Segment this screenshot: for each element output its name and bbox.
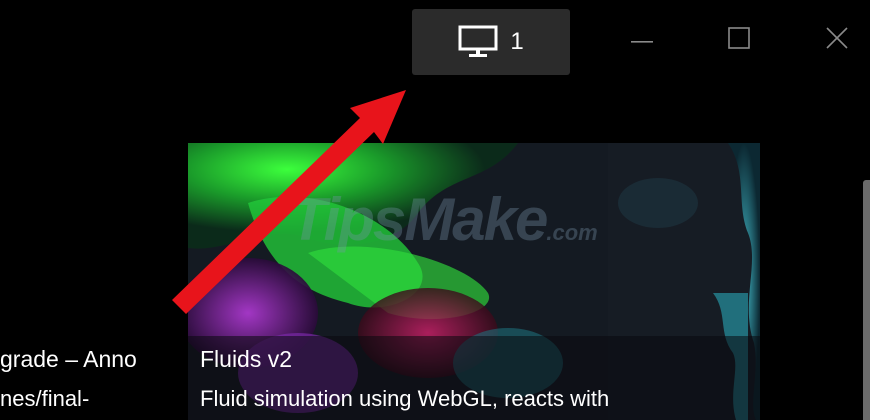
left-wallpaper-title: grade – Anno — [0, 346, 137, 372]
watermark: TipsMake.com — [290, 185, 598, 254]
scrollbar-thumb[interactable] — [863, 180, 870, 420]
close-icon — [826, 26, 848, 54]
wallpaper-title: Fluids v2 — [200, 346, 293, 372]
monitor-select-button[interactable]: 1 — [412, 9, 570, 75]
monitor-icon — [458, 25, 498, 59]
close-button[interactable] — [817, 22, 857, 58]
left-wallpaper-subtitle: nes/final- — [0, 386, 90, 411]
wallpaper-description: Fluid simulation using WebGL, reacts wit… — [200, 386, 610, 411]
maximize-icon — [728, 26, 750, 54]
minimize-button[interactable] — [622, 22, 662, 58]
watermark-suffix: .com — [546, 220, 598, 245]
maximize-button[interactable] — [719, 22, 759, 58]
minimize-icon — [631, 31, 653, 49]
wallpaper-engine-window: 1 TipsMake.com Fluids v2 Fluid simulatio… — [0, 0, 870, 420]
watermark-text: TipsMake — [290, 186, 548, 253]
monitor-count: 1 — [510, 28, 524, 55]
